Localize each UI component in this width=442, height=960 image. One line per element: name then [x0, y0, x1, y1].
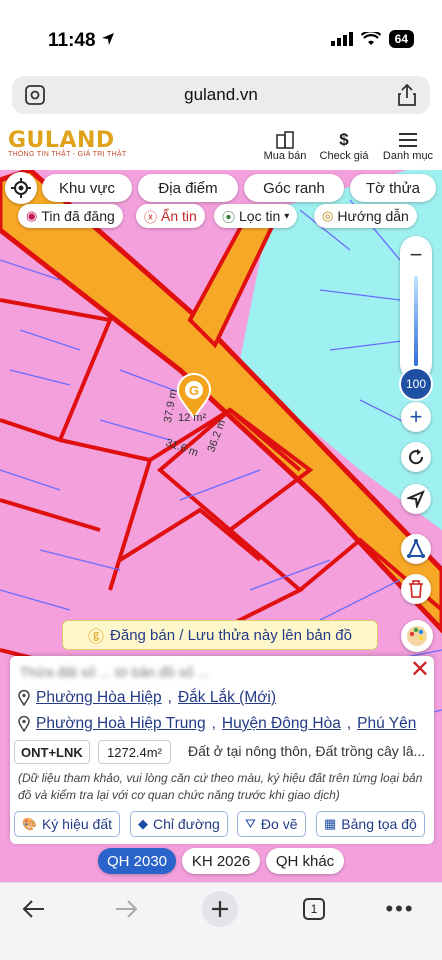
close-circle-icon: ⓧ	[144, 209, 158, 225]
palette-icon	[407, 626, 427, 646]
location-pin-icon	[18, 690, 30, 706]
trash-icon	[409, 580, 423, 598]
locate-me-button[interactable]	[5, 172, 37, 204]
table-icon: ▦	[324, 816, 337, 831]
chip-filter-listings[interactable]: ⦿ Lọc tin ▾	[214, 204, 298, 228]
post-parcel-button[interactable]: ⓖ Đăng bán / Lưu thửa này lên bản đồ	[62, 620, 378, 650]
status-indicators: 64	[330, 30, 414, 48]
battery-indicator: 64	[388, 30, 414, 48]
measure-button[interactable]: ⛛ Đo vẽ	[237, 811, 306, 837]
building-icon	[260, 130, 310, 150]
directions-button[interactable]: ◆ Chỉ đường	[130, 811, 228, 837]
land-description: Đất ở tại nông thôn, Đất trồng cây lâ...	[188, 743, 426, 759]
app-header: GULAND THÔNG TIN THẬT - GIÁ TRỊ THẬT Mua…	[0, 122, 442, 170]
tab-dia-diem[interactable]: Địa điểm	[138, 174, 238, 202]
plan-tab-kh2026[interactable]: KH 2026	[182, 848, 260, 874]
zoom-slider[interactable]: −	[400, 236, 432, 380]
chip-hide-listings[interactable]: ⓧ Ẩn tin	[136, 204, 205, 228]
tab-khu-vuc[interactable]: Khu vực	[42, 174, 132, 202]
address-bar[interactable]: guland.vn	[12, 76, 430, 114]
url-text[interactable]: guland.vn	[12, 85, 430, 105]
forward-button[interactable]	[106, 891, 146, 927]
more-menu-button[interactable]: •••	[380, 891, 420, 927]
header-buy-sell[interactable]: Mua bán	[260, 130, 310, 162]
zoom-track[interactable]	[414, 276, 418, 366]
old-ward-link[interactable]: Phường Hoà Hiệp Trung	[36, 715, 206, 733]
chevron-down-icon: ▾	[284, 210, 290, 222]
guland-logo[interactable]: GULAND THÔNG TIN THẬT - GIÁ TRỊ THẬT	[8, 128, 127, 158]
directions-icon: ◆	[138, 816, 148, 831]
palette-icon: 🎨	[22, 817, 37, 831]
location-arrow-icon	[101, 32, 115, 51]
old-district-link[interactable]: Huyện Đông Hòa	[222, 715, 341, 733]
area-badge: 1272.4m²	[98, 740, 171, 764]
listing-icon: ◉	[26, 208, 38, 223]
zoom-level-badge[interactable]: 100	[399, 367, 433, 401]
hamburger-icon	[380, 130, 436, 150]
coordinate-table-button[interactable]: ▦ Bảng tọa độ	[316, 811, 425, 837]
tab-goc-ranh[interactable]: Góc ranh	[244, 174, 344, 202]
navigation-arrow-icon	[407, 490, 425, 508]
ward-link[interactable]: Phường Hòa Hiệp	[36, 689, 162, 707]
crosshair-icon	[11, 178, 31, 198]
browser-toolbar: 1 •••	[0, 882, 442, 960]
tab-to-thua[interactable]: Tờ thửa	[350, 174, 436, 202]
area-label: 12 m²	[178, 412, 207, 424]
back-arrow-icon	[22, 900, 44, 918]
plus-icon	[202, 891, 238, 927]
plan-tab-qh2030[interactable]: QH 2030	[98, 848, 176, 874]
land-type-badge: ONT+LNK	[14, 740, 90, 764]
status-bar: 11:48 64	[0, 0, 442, 74]
tabs-button[interactable]: 1	[294, 891, 334, 927]
wifi-icon	[360, 32, 381, 45]
dollar-icon: $	[339, 130, 349, 149]
forward-arrow-icon	[116, 900, 138, 918]
close-icon[interactable]: ✕	[410, 658, 430, 682]
delete-button[interactable]	[401, 574, 431, 604]
plus-icon: +	[409, 404, 423, 429]
header-check-price[interactable]: $ Check giá	[316, 130, 372, 162]
header-menu[interactable]: Danh mục	[380, 130, 436, 162]
back-button[interactable]	[14, 891, 54, 927]
signal-icon	[330, 32, 353, 46]
status-time: 11:48	[48, 30, 96, 51]
zoom-in-button[interactable]: +	[401, 402, 431, 432]
navigate-button[interactable]	[401, 484, 431, 514]
refresh-icon	[409, 449, 424, 465]
parcel-title: Thửa đất số ... tờ bản đồ số ...	[20, 664, 209, 680]
tab-count: 1	[303, 898, 325, 920]
chip-guide[interactable]: ◎ Hướng dẫn	[314, 204, 417, 228]
old-province-link[interactable]: Phú Yên	[357, 715, 416, 733]
zoom-out-button[interactable]: −	[400, 242, 432, 268]
province-link[interactable]: Đắk Lắk (Mới)	[178, 689, 276, 707]
land-symbol-button[interactable]: 🎨 Ký hiệu đất	[14, 811, 121, 837]
svg-text:G: G	[189, 383, 199, 398]
more-dots-icon: •••	[385, 896, 415, 921]
pin-icon: ⦿	[222, 209, 236, 225]
new-tab-button[interactable]	[200, 891, 240, 927]
refresh-button[interactable]	[401, 442, 431, 472]
layer-palette-button[interactable]	[401, 620, 433, 652]
address-new: Phường Hòa Hiệp, Đắk Lắk (Mới)	[18, 689, 276, 707]
target-icon: ◎	[322, 208, 334, 223]
plan-tab-qh-other[interactable]: QH khác	[266, 848, 344, 874]
disclaimer-note: (Dữ liệu tham khảo, vui lòng căn cứ theo…	[18, 771, 423, 802]
draw-polygon-icon	[407, 539, 425, 558]
measure-icon: ⛛	[245, 816, 256, 831]
address-old: Phường Hoà Hiệp Trung, Huyện Đông Hòa, P…	[18, 715, 416, 733]
chip-posted-listings[interactable]: ◉ Tin đã đăng	[18, 204, 123, 228]
draw-tool-button[interactable]	[401, 534, 431, 564]
share-icon[interactable]	[396, 83, 418, 112]
guland-coin-icon: ⓖ	[88, 629, 105, 646]
location-pin-icon	[18, 716, 30, 732]
